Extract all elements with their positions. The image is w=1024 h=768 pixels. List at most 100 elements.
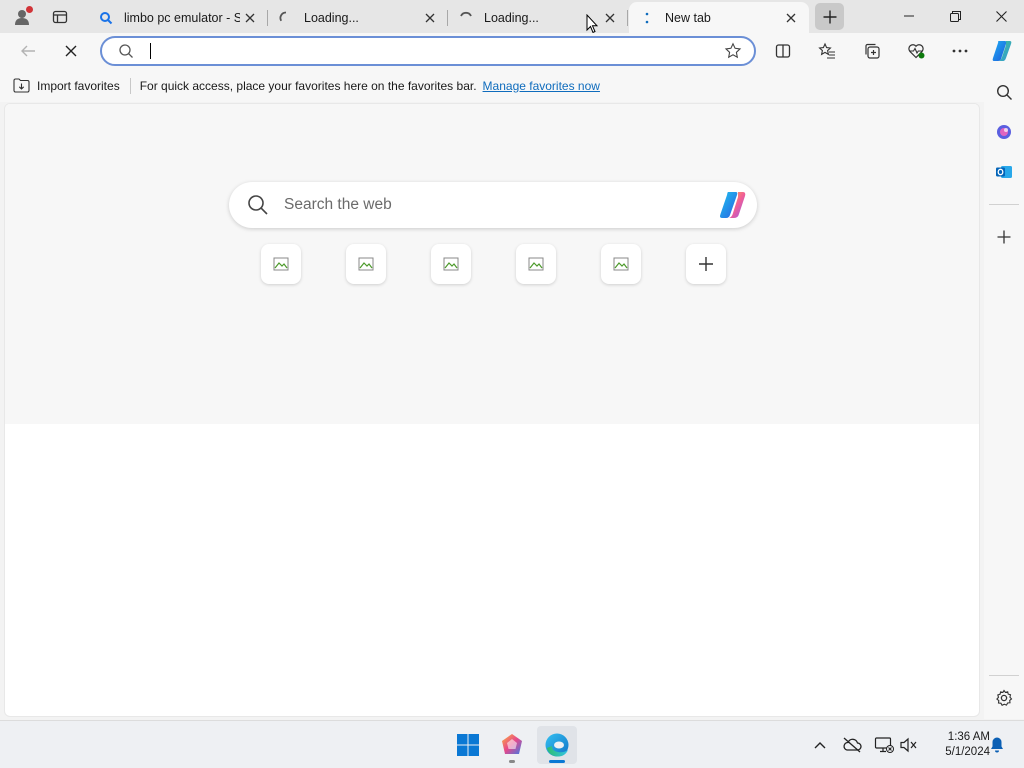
sidebar-outlook-button[interactable] [989, 157, 1019, 187]
sidebar-divider [989, 204, 1019, 205]
web-search-box[interactable]: Search the web [229, 182, 757, 228]
close-tab-icon[interactable] [600, 8, 620, 28]
sidebar-search-button[interactable] [989, 77, 1019, 107]
clock-time: 1:36 AM [947, 731, 990, 743]
tab-search-results[interactable]: limbo pc emulator - Search [88, 2, 268, 33]
close-icon [995, 10, 1007, 22]
address-input[interactable] [154, 40, 714, 62]
import-favorites-button[interactable]: Import favorites [13, 78, 120, 93]
tab-title: limbo pc emulator - Search [124, 10, 240, 25]
notifications-button[interactable] [985, 733, 1009, 757]
restore-icon [949, 10, 961, 22]
split-screen-icon [775, 44, 791, 58]
new-tab-page: Search the web [4, 103, 980, 717]
sidebar-settings-button[interactable] [989, 683, 1019, 713]
active-indicator [549, 760, 565, 763]
running-indicator [509, 760, 515, 763]
tab-new-tab[interactable]: New tab [629, 2, 809, 33]
favorites-button[interactable] [812, 36, 842, 66]
manage-favorites-link[interactable]: Manage favorites now [483, 79, 600, 93]
sidebar-divider [989, 675, 1019, 676]
profile-button[interactable] [8, 4, 36, 30]
volume-tray-button[interactable] [897, 733, 921, 757]
plus-icon [823, 10, 836, 23]
start-button[interactable] [448, 726, 488, 764]
vertical-tabs-icon [52, 10, 68, 24]
tab-title: Loading... [304, 10, 359, 25]
plus-icon [997, 230, 1011, 244]
quick-link-tile[interactable] [431, 244, 471, 284]
favorites-bar-message: For quick access, place your favorites h… [139, 78, 477, 93]
settings-and-more-button[interactable] [945, 36, 975, 66]
quick-link-tile[interactable] [261, 244, 301, 284]
close-tab-icon[interactable] [781, 8, 801, 28]
back-button[interactable] [13, 36, 43, 66]
more-options-icon [952, 49, 968, 53]
split-screen-button[interactable] [768, 36, 798, 66]
tab-loading-1[interactable]: Loading... [268, 2, 448, 33]
tab-strip: limbo pc emulator - Search Loading... Lo… [0, 0, 1024, 33]
text-caret [150, 43, 151, 59]
back-arrow-icon [21, 45, 35, 57]
plus-icon [699, 257, 713, 271]
close-tab-icon[interactable] [420, 8, 440, 28]
favorite-star-icon[interactable] [724, 42, 742, 60]
close-tab-icon[interactable] [240, 8, 260, 28]
add-shortcut-button[interactable] [686, 244, 726, 284]
address-bar[interactable] [100, 36, 756, 66]
restore-button[interactable] [932, 0, 978, 32]
gear-icon [996, 689, 1013, 707]
show-hidden-icons-button[interactable] [808, 733, 832, 757]
new-tab-button[interactable] [815, 3, 844, 30]
collections-icon [865, 43, 880, 59]
broken-image-icon [528, 257, 544, 271]
broken-image-icon [443, 257, 459, 271]
navigation-toolbar [0, 33, 1024, 69]
stop-loading-button[interactable] [56, 36, 86, 66]
tab-loading-2[interactable]: Loading... [448, 2, 628, 33]
bell-icon [991, 737, 1003, 753]
taskbar-clock[interactable]: 1:36 AM 5/1/2024 [922, 730, 990, 760]
tab-actions-button[interactable] [46, 4, 74, 30]
network-tray-button[interactable] [872, 733, 896, 757]
onedrive-tray-button[interactable] [840, 733, 864, 757]
copilot-button[interactable] [987, 36, 1017, 66]
minimize-button[interactable] [886, 0, 932, 32]
windows-start-icon [457, 734, 479, 756]
volume-muted-icon [900, 737, 917, 753]
outlook-icon [996, 166, 1012, 178]
quick-link-tile[interactable] [346, 244, 386, 284]
network-disconnected-icon [874, 737, 894, 753]
taskbar-edge-app[interactable] [537, 726, 577, 764]
new-tab-header-area [5, 104, 979, 424]
loading-spinner-icon [458, 10, 474, 26]
sidebar-copilot-app-button[interactable] [989, 117, 1019, 147]
collections-button[interactable] [857, 36, 887, 66]
quick-link-tile[interactable] [601, 244, 641, 284]
browser-essentials-button[interactable] [901, 36, 931, 66]
search-favicon-icon [98, 10, 114, 26]
loading-dots-icon [639, 10, 655, 26]
quick-link-tile[interactable] [516, 244, 556, 284]
clock-date: 5/1/2024 [945, 746, 990, 758]
broken-image-icon [358, 257, 374, 271]
taskbar-copilot-app[interactable] [492, 726, 532, 764]
stop-icon [65, 45, 77, 57]
edge-browser-icon [545, 733, 569, 757]
search-icon [248, 195, 268, 215]
copilot-search-icon[interactable] [717, 190, 749, 220]
sidebar-customize-button[interactable] [989, 222, 1019, 252]
copilot-icon [992, 41, 1012, 61]
copilot-app-icon [502, 734, 522, 754]
copilot-sparkle-icon [997, 125, 1011, 139]
windows-taskbar: 1:36 AM 5/1/2024 [0, 720, 1024, 768]
search-icon [119, 44, 133, 58]
search-placeholder: Search the web [284, 196, 392, 213]
close-window-button[interactable] [978, 0, 1024, 32]
profile-notification-dot [26, 6, 33, 13]
broken-image-icon [613, 257, 629, 271]
favorites-divider [129, 77, 131, 94]
chevron-up-icon [814, 742, 826, 749]
broken-image-icon [273, 257, 289, 271]
import-folder-icon [13, 78, 30, 93]
